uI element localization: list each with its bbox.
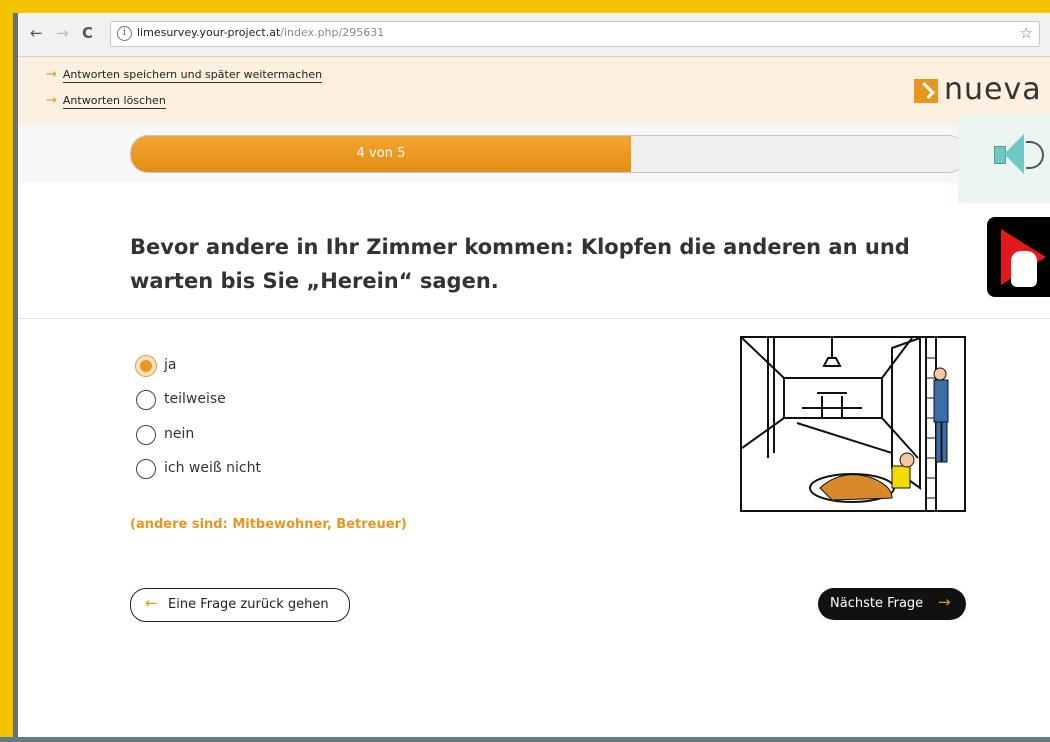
url-path: /index.php/295631 (280, 26, 385, 39)
question-illustration (740, 336, 966, 512)
next-question-button[interactable]: Nächste Frage → (818, 588, 966, 620)
video-play-hand-icon[interactable] (987, 217, 1050, 297)
room-drawing (742, 338, 949, 510)
arrow-right-icon: → (938, 593, 951, 611)
star-icon[interactable]: ☆ (1020, 24, 1033, 42)
hand-pointer (1011, 251, 1037, 287)
browser-toolbar: ← → C i limesurvey.your-project.at/index… (18, 13, 1050, 57)
reload-icon[interactable]: C (82, 23, 93, 43)
survey-header: → Antworten speichern und später weiterma… (18, 57, 1050, 125)
arrow-right-icon: → (46, 67, 57, 82)
radio-button[interactable] (135, 355, 157, 377)
radio-button[interactable] (136, 390, 156, 410)
arrow-left-icon: ← (145, 594, 158, 612)
question-hint: (andere sind: Mitbewohner, Betreuer) (130, 517, 407, 532)
sound-wave (1026, 141, 1044, 169)
option-label: teilweise (164, 391, 226, 407)
option-label: ja (164, 357, 177, 373)
next-question-label: Nächste Frage (830, 596, 924, 611)
previous-question-button[interactable]: ← Eine Frage zurück gehen (130, 588, 350, 622)
url-host: limesurvey.your-project.at (137, 26, 281, 39)
audio-speaker-icon[interactable] (958, 115, 1050, 203)
outer-frame-bottom (0, 737, 1050, 742)
option-label: ich weiß nicht (164, 460, 261, 476)
divider (18, 318, 1050, 319)
outer-frame-top (0, 0, 1050, 13)
radio-button[interactable] (136, 459, 156, 479)
forward-icon[interactable]: → (56, 23, 69, 43)
progress-label: 4 von 5 (356, 146, 406, 161)
previous-question-label: Eine Frage zurück gehen (168, 597, 329, 612)
address-bar[interactable]: i limesurvey.your-project.at/index.php/2… (110, 21, 1040, 47)
logo-mark-icon (914, 79, 938, 103)
arrow-right-icon: → (46, 93, 57, 108)
save-later-label: Antworten speichern und später weitermac… (62, 68, 323, 83)
back-icon[interactable]: ← (30, 23, 43, 43)
progress-area: 4 von 5 (18, 125, 1050, 183)
option-label: nein (164, 426, 195, 442)
clear-answers-label: Antworten löschen (62, 94, 166, 109)
logo-text: nueva (944, 72, 1042, 107)
url-text: limesurvey.your-project.at/index.php/295… (137, 26, 384, 39)
clear-answers-link[interactable]: → Antworten löschen (46, 93, 166, 109)
progress-bar: 4 von 5 (130, 135, 966, 173)
radio-button[interactable] (136, 425, 156, 445)
info-icon[interactable]: i (117, 26, 132, 41)
speaker-cone (1004, 134, 1024, 174)
question-text: Bevor andere in Ihr Zimmer kommen: Klopf… (130, 235, 910, 293)
save-later-link[interactable]: → Antworten speichern und später weiterma… (46, 67, 323, 83)
nueva-logo: nueva (914, 72, 1044, 111)
